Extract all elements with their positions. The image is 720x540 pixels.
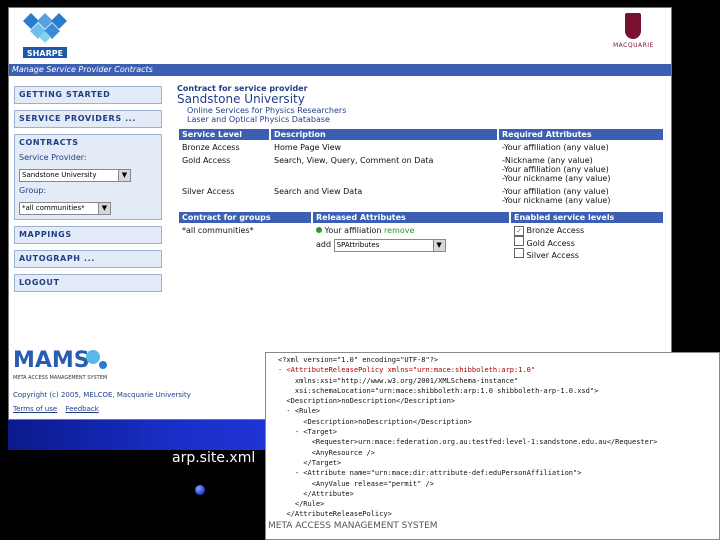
service-provider-select[interactable]: Sandstone University ▼ <box>19 169 131 182</box>
copyright: Copyright (c) 2005, MELCOE, Macquarie Un… <box>13 391 191 399</box>
xml-line: <Requester>urn:mace:federation.org.au:te… <box>278 438 658 447</box>
xml-line: <AnyResource /> <box>278 448 375 457</box>
attribute-item: -Your affiliation (any value) <box>502 165 609 174</box>
service-levels-table: Service Level Description Required Attri… <box>177 127 665 208</box>
nav-autograph[interactable]: AUTOGRAPH ... <box>14 250 162 268</box>
service-level: Silver Access <box>182 187 235 196</box>
attribute-item: -Your affiliation (any value) <box>502 143 609 152</box>
nav-service-providers[interactable]: SERVICE PROVIDERS ... <box>14 110 162 128</box>
remove-link[interactable]: remove <box>384 226 414 235</box>
checkbox-silver[interactable] <box>514 248 524 258</box>
contracts-panel: CONTRACTS Service Provider: Sandstone Un… <box>14 134 162 220</box>
chevron-down-icon: ▼ <box>118 170 130 181</box>
terms-link[interactable]: Terms of use <box>13 405 57 413</box>
service-provider-value: Sandstone University <box>22 171 97 179</box>
chevron-down-icon: ▼ <box>98 203 110 214</box>
table-header: Released Attributes <box>313 212 509 223</box>
service-description: Search, View, Query, Comment on Data <box>274 156 434 165</box>
slide-caption: arp.site.xml <box>172 450 256 466</box>
xml-line: </Rule> <box>278 500 325 509</box>
xml-line: - <AttributeReleasePolicy xmlns="urn:mac… <box>278 366 536 375</box>
xml-line: <AnyValue release="permit" /> <box>278 479 434 488</box>
xml-line: <Description>noDescription</Description> <box>278 397 456 406</box>
slide-bullet <box>195 485 205 495</box>
attribute-item: -Your nickname (any value) <box>502 174 611 183</box>
xml-line: - <Attribute name="urn:mace:dir:attribut… <box>278 469 582 478</box>
table-header: Service Level <box>179 129 269 140</box>
attribute-item: -Your affiliation (any value) <box>502 187 609 196</box>
xml-line: </AttributeReleasePolicy> <box>278 510 392 519</box>
sidebar: GETTING STARTED SERVICE PROVIDERS ... CO… <box>14 86 162 298</box>
crest-icon <box>625 13 641 39</box>
xml-line: - <Rule> <box>278 407 321 416</box>
xml-line: </Target> <box>278 458 342 467</box>
contract-main: Contract for service provider Sandstone … <box>177 84 665 263</box>
required-attributes: -Your affiliation (any value) -Your nick… <box>499 186 663 206</box>
attribute-item: -Your nickname (any value) <box>502 196 611 205</box>
group-select[interactable]: *all communities* ▼ <box>19 202 111 215</box>
table-row: Bronze Access Home Page View -Your affil… <box>179 142 663 153</box>
status-dot-icon <box>316 227 322 233</box>
table-header: Description <box>271 129 497 140</box>
service-description: Search and View Data <box>274 187 363 196</box>
university-name: Sandstone University <box>177 92 305 106</box>
xml-line: xsi:schemaLocation="urn:mace:shibboleth:… <box>278 386 599 395</box>
xml-line: <?xml version="1.0" encoding="UTF-8"?> <box>278 356 439 364</box>
service-link[interactable]: Online Services for Physics Researchers <box>177 106 665 115</box>
xml-line: <Description>noDescription</Description> <box>278 417 472 426</box>
slide-footer: META ACCESS MANAGEMENT SYSTEM <box>268 521 438 531</box>
xml-line: - <Target> <box>278 428 338 437</box>
svg-text:META ACCESS MANAGEMENT SYSTEM: META ACCESS MANAGEMENT SYSTEM <box>13 375 107 381</box>
nav-getting-started[interactable]: GETTING STARTED <box>14 86 162 104</box>
service-level: Bronze Access <box>182 143 240 152</box>
table-row: Silver Access Search and View Data -Your… <box>179 186 663 206</box>
level-label: Silver Access <box>526 251 579 260</box>
checkbox-gold[interactable] <box>514 236 524 246</box>
add-label: add <box>316 240 332 249</box>
page-title: Manage Service Provider Contracts <box>9 64 671 76</box>
chevron-down-icon: ▼ <box>432 240 445 251</box>
nav-contracts[interactable]: CONTRACTS <box>19 138 157 147</box>
required-attributes: -Nickname (any value) -Your affiliation … <box>499 155 663 184</box>
xml-line: xmlns:xsi="http://www.w3.org/2001/XMLSch… <box>278 376 519 385</box>
groups-table: Contract for groups Released Attributes … <box>177 210 665 263</box>
xml-line: </Attribute> <box>278 489 354 498</box>
table-header: Required Attributes <box>499 129 663 140</box>
mams-logo: MAMS META ACCESS MANAGEMENT SYSTEM <box>13 348 107 381</box>
institution-name: MACQUARIE <box>613 42 654 49</box>
group-value: *all communities* <box>22 204 85 212</box>
svg-text:SHARPE: SHARPE <box>27 49 63 58</box>
released-attributes: Your affiliation remove add SPAttributes… <box>313 225 509 261</box>
service-provider-label: Service Provider: <box>19 153 87 162</box>
attribute-select[interactable]: SPAttributes ▼ <box>333 239 446 252</box>
released-attribute: Your affiliation <box>324 226 382 235</box>
sharpe-logo: SHARPE <box>23 13 67 58</box>
footer-links: Terms of use Feedback <box>13 405 105 413</box>
table-row: Gold Access Search, View, Query, Comment… <box>179 155 663 184</box>
feedback-link[interactable]: Feedback <box>65 405 98 413</box>
service-description: Home Page View <box>274 143 342 152</box>
app-header: SHARPE MACQUARIE <box>9 8 671 61</box>
svg-text:MAMS: MAMS <box>13 348 90 373</box>
group-label: Group: <box>19 186 47 195</box>
checkbox-bronze[interactable]: ✓ <box>514 226 524 236</box>
service-link[interactable]: Laser and Optical Physics Database <box>177 115 665 124</box>
group-name: *all communities* <box>182 226 254 235</box>
enabled-levels: ✓ Bronze Access Gold Access Silver Acces… <box>511 225 663 261</box>
table-header: Enabled service levels <box>511 212 663 223</box>
attribute-select-value: SPAttributes <box>336 241 380 249</box>
nav-mappings[interactable]: MAPPINGS <box>14 226 162 244</box>
macquarie-logo: MACQUARIE <box>613 13 653 59</box>
service-level: Gold Access <box>182 156 231 165</box>
attribute-item: -Nickname (any value) <box>502 156 593 165</box>
table-header: Contract for groups <box>179 212 311 223</box>
level-label: Bronze Access <box>526 226 585 235</box>
table-row: *all communities* Your affiliation remov… <box>179 225 663 261</box>
level-label: Gold Access <box>526 239 575 248</box>
required-attributes: -Your affiliation (any value) <box>499 142 663 153</box>
nav-logout[interactable]: LOGOUT <box>14 274 162 292</box>
xml-document: <?xml version="1.0" encoding="UTF-8"?> -… <box>265 352 720 540</box>
